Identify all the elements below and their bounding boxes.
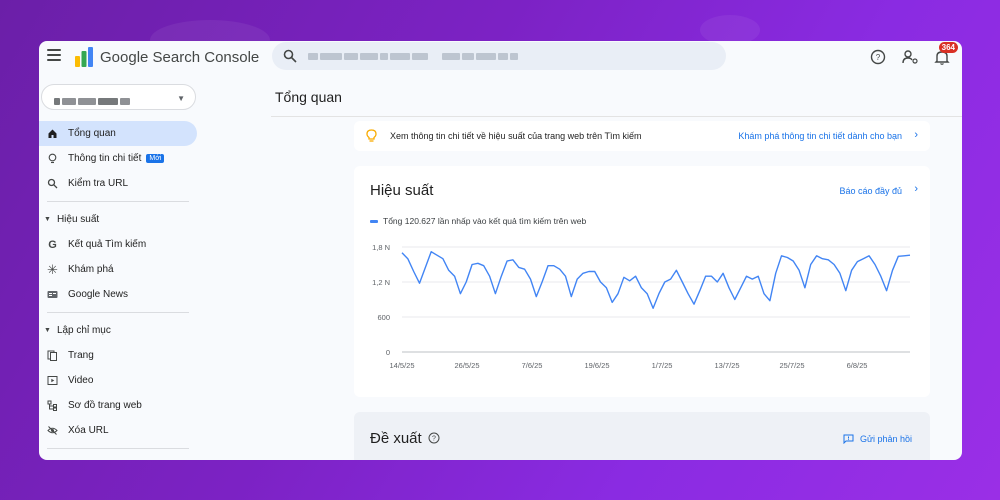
insights-banner: Xem thông tin chi tiết về hiệu suất của …: [354, 121, 930, 151]
full-report-link[interactable]: Báo cáo đầy đủ: [839, 186, 902, 196]
divider: [271, 116, 962, 117]
asterisk-icon: ✳: [47, 261, 58, 277]
x-tick-label: 25/7/25: [779, 361, 804, 370]
feedback-icon: [843, 434, 854, 444]
feedback-label: Gửi phản hồi: [859, 434, 912, 444]
caret-down-icon: ▼: [44, 216, 51, 223]
performance-title: Hiệu suất: [370, 182, 434, 199]
lightbulb-icon: [366, 129, 377, 142]
caret-down-icon: ▼: [44, 327, 51, 334]
x-tick-label: 1/7/25: [652, 361, 673, 370]
sidebar-item-sitemaps[interactable]: Sơ đồ trang web: [39, 393, 197, 418]
sidebar-item-label: Google News: [68, 289, 129, 300]
legend-swatch: [370, 219, 378, 223]
property-name: [54, 93, 132, 111]
manage-users-icon[interactable]: [900, 47, 920, 67]
chevron-down-icon: ▼: [177, 94, 185, 103]
sitemap-icon: [47, 400, 58, 411]
divider: [47, 312, 189, 313]
x-tick-label: 19/6/25: [584, 361, 609, 370]
y-tick-label: 0: [386, 348, 390, 357]
y-tick-label: 1,8 N: [372, 243, 390, 252]
sidebar: ▼ Tổng quan Thông tin chi tiết Mới Kiểm …: [39, 75, 199, 460]
help-icon[interactable]: ?: [428, 432, 440, 444]
lightbulb-icon: [47, 153, 58, 164]
y-tick-label: 1,2 N: [372, 278, 390, 287]
search-bar[interactable]: [272, 42, 726, 70]
search-console-logo-icon: [75, 47, 93, 67]
svg-text:?: ?: [876, 53, 881, 62]
legend-label: Tổng 120.627 lần nhấp vào kết quả tìm ki…: [383, 216, 587, 226]
main-content: Tổng quan Xem thông tin chi tiết về hiệu…: [199, 75, 962, 460]
x-tick-label: 6/8/25: [847, 361, 868, 370]
series-line: [401, 251, 911, 310]
suggestions-card: Đề xuất ? Gửi phản hồi: [354, 412, 930, 460]
explore-insights-link[interactable]: Khám phá thông tin chi tiết dành cho bạn: [738, 131, 902, 141]
eye-off-icon: [47, 425, 58, 436]
pages-icon: [47, 350, 58, 361]
banner-text: Xem thông tin chi tiết về hiệu suất của …: [390, 131, 642, 141]
notification-badge: 364: [938, 42, 958, 53]
chevron-right-icon[interactable]: ›: [914, 183, 918, 195]
sidebar-item-insights[interactable]: Thông tin chi tiết Mới: [39, 146, 197, 171]
sidebar-item-removals[interactable]: Xóa URL: [39, 418, 197, 443]
sidebar-section-performance[interactable]: ▼ Hiệu suất: [39, 207, 199, 232]
suggestions-title: Đề xuất: [370, 430, 422, 447]
sidebar-item-overview[interactable]: Tổng quan: [39, 121, 197, 146]
search-icon: [283, 49, 297, 63]
x-tick-label: 14/5/25: [389, 361, 414, 370]
x-tick-label: 26/5/25: [454, 361, 479, 370]
sidebar-item-discover[interactable]: ✳ Khám phá: [39, 257, 197, 282]
sidebar-item-label: Video: [68, 375, 94, 386]
header-actions: ? 364: [868, 42, 958, 67]
y-tick-label: 600: [377, 313, 390, 322]
sidebar-item-pages[interactable]: Trang: [39, 343, 197, 368]
chart-legend: Tổng 120.627 lần nhấp vào kết quả tìm ki…: [370, 216, 586, 226]
search-icon: [47, 178, 58, 189]
sidebar-section-indexing[interactable]: ▼ Lập chỉ mục: [39, 318, 199, 343]
performance-chart: 1,8 N 1,2 N 600 0 14/5/25 26/5/25 7/6/25 19/6/2…: [372, 243, 911, 370]
section-label: Lập chỉ mục: [56, 325, 111, 336]
top-bar: Google Search Console ? 364: [39, 41, 962, 75]
notifications-button[interactable]: 364: [932, 42, 958, 67]
divider: [47, 201, 189, 202]
sidebar-item-search-results[interactable]: G Kết quả Tìm kiếm: [39, 232, 197, 257]
send-feedback-button[interactable]: Gửi phản hồi: [843, 434, 912, 444]
section-label: Hiệu suất: [56, 214, 100, 225]
help-icon[interactable]: ?: [868, 47, 888, 67]
sidebar-item-label: Kiểm tra URL: [68, 178, 129, 189]
sidebar-item-label: Trang: [68, 350, 94, 361]
menu-icon[interactable]: [47, 49, 61, 61]
new-badge: Mới: [146, 154, 165, 163]
divider: [47, 448, 189, 449]
sidebar-nav: Tổng quan Thông tin chi tiết Mới Kiểm tr…: [39, 121, 199, 454]
sidebar-item-label: Sơ đồ trang web: [68, 400, 142, 411]
google-g-icon: G: [48, 238, 57, 251]
sidebar-item-label: Tổng quan: [68, 128, 116, 139]
search-input[interactable]: [308, 50, 520, 62]
google-news-icon: [47, 289, 58, 300]
home-icon: [47, 128, 58, 139]
sidebar-item-label: Thông tin chi tiết: [68, 153, 142, 164]
chevron-right-icon[interactable]: ›: [914, 129, 918, 141]
app-window: Google Search Console ? 364 ▼ Tổng quan …: [39, 41, 962, 460]
sidebar-item-label: Kết quả Tìm kiếm: [68, 239, 147, 250]
property-selector[interactable]: ▼: [41, 84, 196, 110]
x-tick-label: 13/7/25: [714, 361, 739, 370]
sidebar-item-label: Xóa URL: [68, 425, 109, 436]
performance-card: Hiệu suất Báo cáo đầy đủ › Tổng 120.627 …: [354, 166, 930, 397]
sidebar-item-label: Khám phá: [68, 264, 114, 275]
sidebar-item-google-news[interactable]: Google News: [39, 282, 197, 307]
svg-text:?: ?: [432, 436, 436, 443]
sidebar-item-url-inspection[interactable]: Kiểm tra URL: [39, 171, 197, 196]
x-tick-label: 7/6/25: [522, 361, 543, 370]
app-title: Google Search Console: [100, 49, 260, 66]
sidebar-item-video[interactable]: Video: [39, 368, 197, 393]
video-icon: [47, 375, 58, 386]
page-title: Tổng quan: [275, 89, 342, 105]
